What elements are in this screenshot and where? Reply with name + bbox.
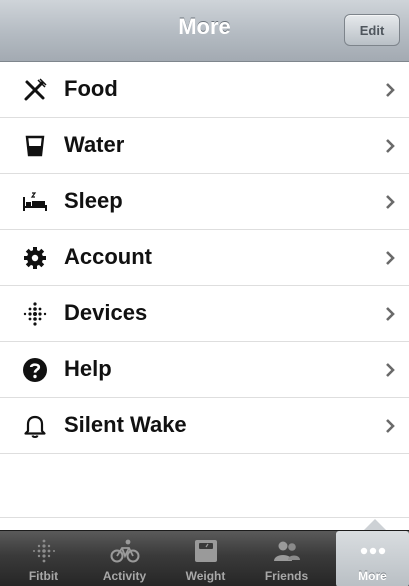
chevron-right-icon (383, 246, 399, 270)
chevron-right-icon (383, 190, 399, 214)
menu-item-label: Account (64, 244, 152, 269)
tab-activity[interactable]: Activity (84, 531, 165, 586)
menu-item-label: Help (64, 356, 112, 381)
bicycle-icon (109, 537, 141, 565)
chevron-right-icon (383, 414, 399, 438)
active-tab-indicator (364, 519, 386, 530)
chevron-right-icon (383, 134, 399, 158)
menu-item-silent-wake[interactable]: Silent Wake (0, 398, 409, 454)
chevron-right-icon (383, 302, 399, 326)
menu-item-food[interactable]: Food (0, 62, 409, 118)
menu-item-water[interactable]: Water (0, 118, 409, 174)
more-menu-list: Food Water Sleep Account Devices Help Si… (0, 62, 409, 454)
fitbit-dots-icon (22, 301, 48, 327)
tab-more[interactable]: More (336, 531, 409, 586)
tab-label: Friends (264, 569, 309, 583)
menu-item-label: Silent Wake (64, 412, 187, 437)
tab-label: More (358, 569, 387, 583)
tab-bar: Fitbit Activity Weight Friends More (0, 530, 409, 586)
chevron-right-icon (383, 358, 399, 382)
menu-item-help[interactable]: Help (0, 342, 409, 398)
ellipsis-icon (357, 537, 389, 565)
tab-label: Fitbit (28, 569, 59, 583)
gear-icon (22, 245, 48, 271)
fork-knife-icon (22, 77, 48, 103)
menu-item-label: Sleep (64, 188, 123, 213)
navigation-bar: More Edit (0, 0, 409, 62)
fitbit-dots-icon (28, 537, 60, 565)
chevron-right-icon (383, 78, 399, 102)
bell-icon (22, 413, 48, 439)
tab-friends[interactable]: Friends (246, 531, 327, 586)
menu-item-label: Devices (64, 300, 148, 325)
tab-label: Weight (185, 569, 226, 583)
tab-label: Activity (102, 569, 147, 583)
menu-item-label: Water (64, 132, 125, 157)
bed-icon (22, 189, 48, 215)
tab-weight[interactable]: Weight (165, 531, 246, 586)
menu-item-sleep[interactable]: Sleep (0, 174, 409, 230)
question-icon (22, 357, 48, 383)
people-icon (271, 537, 303, 565)
scale-icon (190, 537, 222, 565)
tab-fitbit[interactable]: Fitbit (3, 531, 84, 586)
edit-button[interactable]: Edit (344, 14, 400, 46)
menu-item-account[interactable]: Account (0, 230, 409, 286)
menu-item-devices[interactable]: Devices (0, 286, 409, 342)
empty-list-row (0, 454, 409, 518)
menu-item-label: Food (64, 76, 118, 101)
glass-icon (22, 133, 48, 159)
